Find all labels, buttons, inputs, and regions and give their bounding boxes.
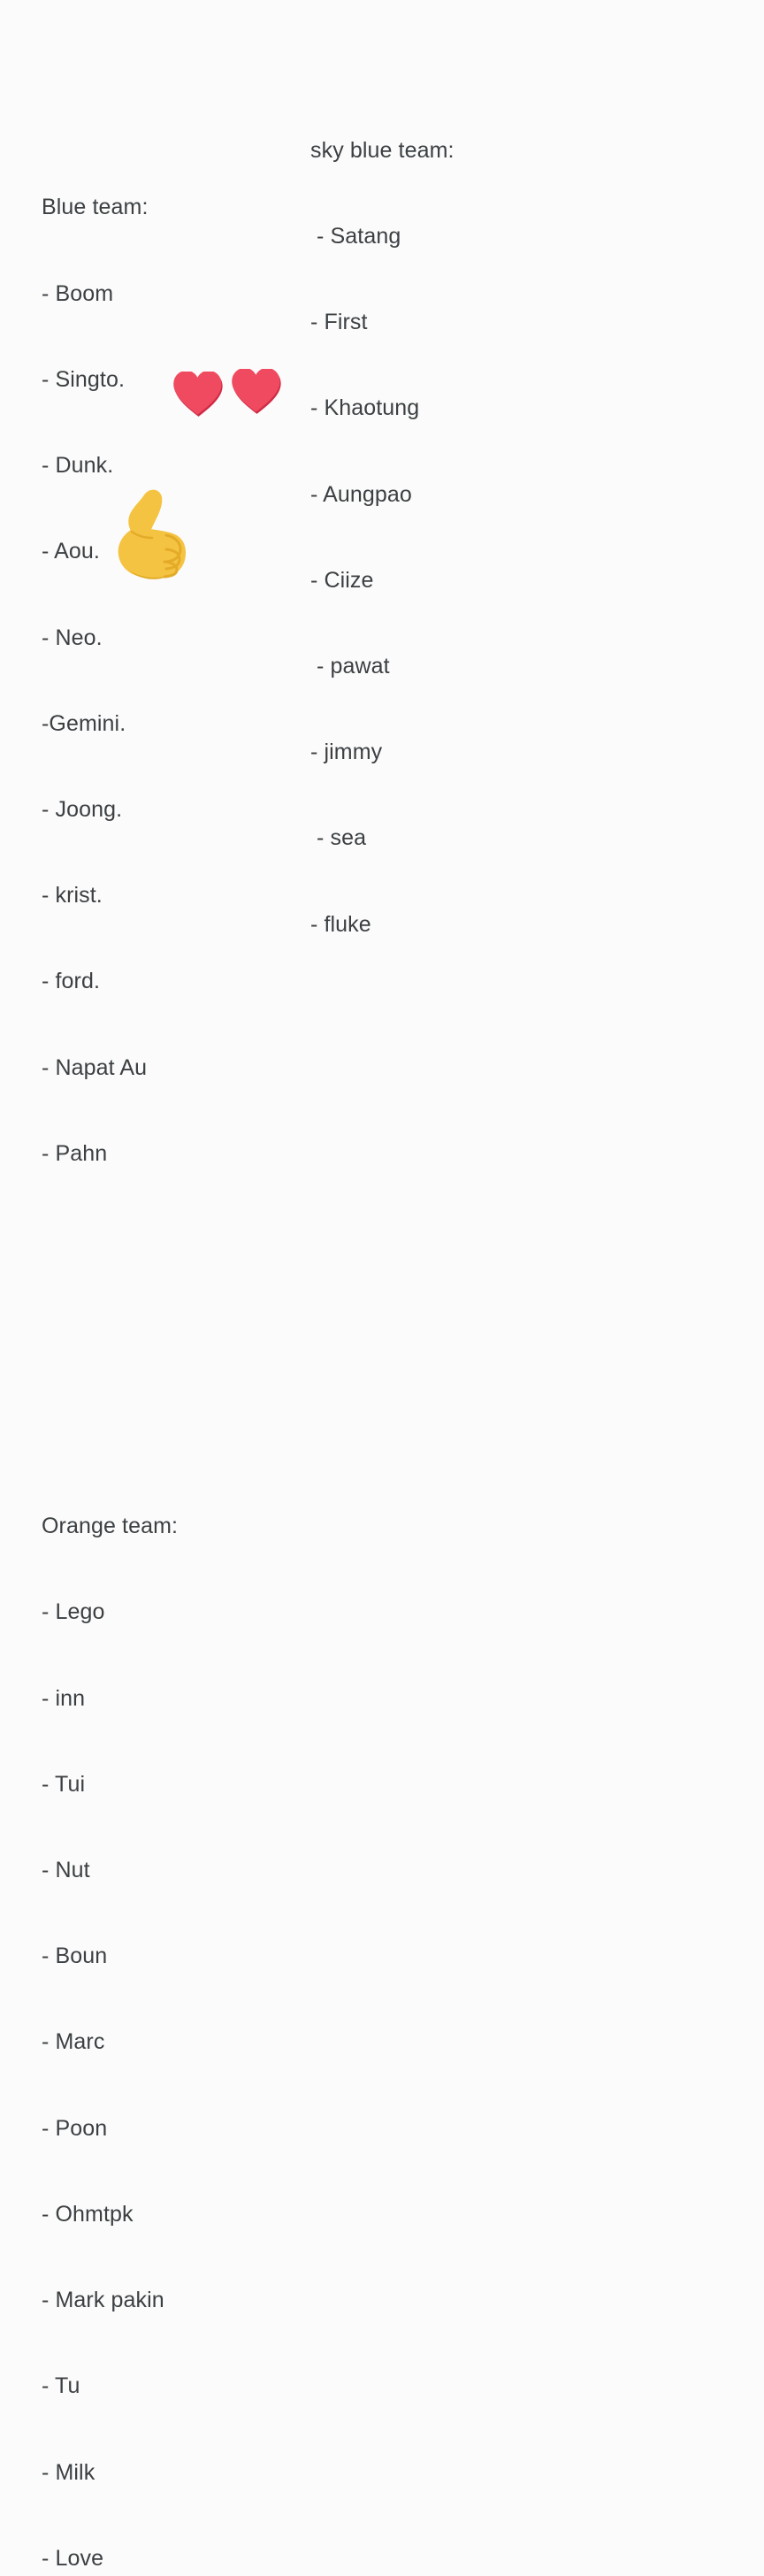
team-member: - Ciize (310, 567, 374, 593)
note-page: Blue team: - Boom - Singto. - Dunk. - Ao… (0, 0, 764, 2571)
team-member: - inn (42, 1685, 86, 1711)
team-member: - First (310, 310, 368, 335)
team-member: - Tui (42, 1771, 86, 1797)
team-member: - Lego (42, 1599, 105, 1625)
team-member: - fluke (310, 911, 371, 937)
heart-icon (232, 369, 282, 415)
team-member: - Aou. (42, 539, 100, 564)
team-member: - Poon (42, 2115, 108, 2141)
team-member: - Neo. (42, 625, 103, 650)
team-block-blue: Blue team: - Boom - Singto. - Dunk. - Ao… (42, 136, 178, 1225)
team-member: - ford. (42, 969, 100, 994)
team-member: - Mark pakin (42, 2288, 164, 2313)
team-member: - krist. (42, 883, 103, 908)
team-block-orange: Orange team: - Lego - inn - Tui - Nut - … (42, 1454, 178, 2576)
heart-icon (173, 372, 224, 418)
team-member: - Boun (42, 1944, 108, 1969)
team-member: - jimmy (310, 740, 383, 765)
team-block-sky-blue: sky blue team: - Satang - First - Khaotu… (310, 79, 455, 996)
team-heading-sky-blue: sky blue team: (310, 137, 455, 163)
team-member: - Napat Au (42, 1054, 148, 1080)
team-member: - Joong. (42, 796, 123, 822)
team-member: -Gemini. (42, 710, 126, 736)
two-hearts-emoji (173, 369, 288, 418)
team-heading-orange: Orange team: (42, 1514, 179, 1539)
team-member: - Tu (42, 2373, 80, 2399)
team-member: - pawat (310, 653, 390, 678)
team-member: - Milk (42, 2459, 96, 2485)
team-member: - Ohmtpk (42, 2201, 134, 2227)
team-member: - Boom (42, 280, 114, 306)
right-text-column: sky blue team: - Satang - First - Khaotu… (310, 21, 455, 1054)
team-member: - Marc (42, 2029, 105, 2055)
team-member: - Satang (310, 223, 401, 249)
team-member: - Singto. (42, 366, 126, 392)
team-member: - Pahn (42, 1140, 108, 1166)
team-heading-blue: Blue team: (42, 195, 149, 220)
team-member: - Aungpao (310, 481, 412, 507)
left-text-column: Blue team: - Boom - Singto. - Dunk. - Ao… (42, 21, 178, 2576)
team-member: - Love (42, 2545, 104, 2571)
team-member: - sea (310, 825, 367, 851)
team-member: - Khaotung (310, 395, 420, 421)
team-member: - Dunk. (42, 453, 114, 479)
team-member: - Nut (42, 1857, 90, 1882)
